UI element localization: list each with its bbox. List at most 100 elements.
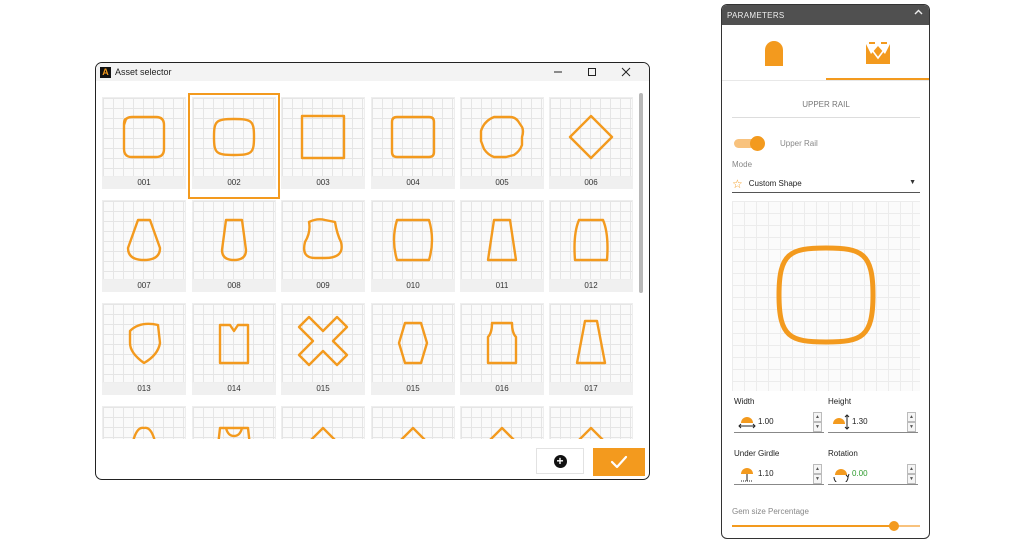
maximize-button[interactable]: [575, 63, 609, 81]
asset-tile-014[interactable]: 014: [192, 303, 276, 401]
under-girdle-label: Under Girdle: [734, 449, 780, 458]
under-girdle-value: 1.10: [758, 469, 774, 478]
asset-tile-009[interactable]: 009: [281, 200, 365, 298]
width-label: Width: [734, 397, 755, 406]
asset-tile-row3-col4[interactable]: [460, 406, 544, 439]
arch-gem-icon: [765, 41, 783, 66]
chevron-up-icon[interactable]: [914, 8, 923, 20]
asset-tile-row3-col0[interactable]: [102, 406, 186, 439]
width-field[interactable]: 1.00 ▲ ▼: [734, 411, 824, 433]
star-icon: ☆: [732, 176, 743, 191]
asset-tile-row3-col1[interactable]: [192, 406, 276, 439]
asset-tile-017[interactable]: 017: [549, 303, 633, 401]
under-girdle-stepper[interactable]: ▲ ▼: [813, 464, 822, 484]
asset-label: 004: [371, 177, 455, 189]
asset-label: 003: [281, 177, 365, 189]
asset-tile-007[interactable]: 007: [102, 200, 186, 298]
preview-shape: [776, 245, 876, 345]
scrollbar-thumb[interactable]: [639, 93, 643, 293]
asset-label: 001: [102, 177, 186, 189]
asset-tile-013[interactable]: 013: [102, 303, 186, 401]
width-icon: [738, 416, 756, 428]
gem-size-label: Gem size Percentage: [732, 507, 809, 516]
height-label: Height: [828, 397, 852, 406]
slider-handle[interactable]: [888, 521, 899, 531]
bell-shape-icon: [302, 218, 343, 260]
under-girdle-field[interactable]: 1.10 ▲ ▼: [734, 463, 824, 485]
scrollbar[interactable]: [639, 93, 643, 293]
partial-chevron-shape-icon: [489, 426, 515, 439]
partial-chevron-shape-icon: [310, 426, 336, 439]
asset-label: 010: [371, 280, 455, 292]
asset-tile-012[interactable]: 012: [549, 200, 633, 298]
confirm-button[interactable]: [593, 448, 645, 476]
width-stepper[interactable]: ▲ ▼: [813, 412, 822, 432]
asset-tile-001[interactable]: 001: [102, 97, 186, 195]
asset-label: 009: [281, 280, 365, 292]
close-icon: [621, 67, 631, 77]
asset-tile-011[interactable]: 011: [460, 200, 544, 298]
asset-tile-016[interactable]: 016: [460, 303, 544, 401]
asset-label: 006: [549, 177, 633, 189]
asset-tile-002[interactable]: 002: [188, 93, 280, 199]
asset-label: 011: [460, 280, 544, 292]
add-asset-button[interactable]: +: [536, 448, 584, 474]
asset-tile-row3-col2[interactable]: [281, 406, 365, 439]
asset-tile-015[interactable]: 015: [281, 303, 365, 401]
asset-tile-005[interactable]: 005: [460, 97, 544, 195]
asset-tile-006[interactable]: 006: [549, 97, 633, 195]
rounded-square-shape-icon: [122, 115, 166, 159]
gem-size-slider[interactable]: [732, 521, 920, 531]
trapezoid-shape-icon: [486, 218, 518, 262]
mode-dropdown[interactable]: ☆ Custom Shape ▼: [732, 175, 920, 193]
tall-trapezoid-shape-icon: [575, 319, 607, 365]
asset-tile-008[interactable]: 008: [192, 200, 276, 298]
panel-header[interactable]: PARAMETERS: [722, 5, 929, 25]
height-param: Height 1.30 ▲ ▼: [828, 397, 918, 433]
tab-gem-shape[interactable]: [722, 25, 826, 81]
partial-arch-shape-icon: [132, 426, 156, 439]
asset-label: 015: [371, 383, 455, 395]
asset-tile-015[interactable]: 015: [371, 303, 455, 401]
shape-preview: [732, 201, 920, 391]
minimize-button[interactable]: [541, 63, 575, 81]
asset-label: 014: [192, 383, 276, 395]
checkmark-icon: [610, 455, 628, 469]
close-button[interactable]: [609, 63, 643, 81]
square-shape-icon: [300, 114, 346, 160]
rotation-value: 0.00: [852, 469, 868, 478]
asset-label: 007: [102, 280, 186, 292]
width-value: 1.00: [758, 417, 774, 426]
asset-label: 016: [460, 383, 544, 395]
notch-top-shape-icon: [218, 323, 250, 365]
tab-setting[interactable]: [826, 25, 929, 81]
partial-vase-shape-icon: [217, 426, 251, 439]
upper-rail-toggle-row: Upper Rail: [734, 136, 818, 151]
rounded-square-small-shape-icon: [390, 115, 436, 159]
active-tab-indicator: [826, 78, 929, 80]
panel-title: PARAMETERS: [727, 10, 785, 20]
height-stepper[interactable]: ▲ ▼: [907, 412, 916, 432]
tombstone-shape-icon: [573, 218, 609, 262]
pear-shape-icon: [126, 218, 162, 262]
height-field[interactable]: 1.30 ▲ ▼: [828, 411, 918, 433]
mode-value: Custom Shape: [748, 179, 802, 188]
under-girdle-param: Under Girdle 1.10 ▲ ▼: [734, 449, 824, 485]
rotation-field[interactable]: 0.00 ▲ ▼: [828, 463, 918, 485]
asset-tile-004[interactable]: 004: [371, 97, 455, 195]
partial-chevron-shape-icon: [578, 426, 604, 439]
asset-tile-010[interactable]: 010: [371, 200, 455, 298]
mode-label: Mode: [732, 160, 753, 169]
asset-tile-row3-col3[interactable]: [371, 406, 455, 439]
rotation-stepper[interactable]: ▲ ▼: [907, 464, 916, 484]
asset-tile-row3-col5[interactable]: [549, 406, 633, 439]
asset-label: 012: [549, 280, 633, 292]
width-param: Width 1.00 ▲ ▼: [734, 397, 824, 433]
asset-label: 015: [281, 383, 365, 395]
upper-rail-toggle[interactable]: [734, 136, 765, 151]
title-bar[interactable]: A Asset selector: [96, 63, 649, 81]
partial-chevron-shape-icon: [400, 426, 426, 439]
section-title: UPPER RAIL: [732, 100, 920, 118]
shield-shape-icon: [128, 322, 162, 365]
asset-tile-003[interactable]: 003: [281, 97, 365, 195]
